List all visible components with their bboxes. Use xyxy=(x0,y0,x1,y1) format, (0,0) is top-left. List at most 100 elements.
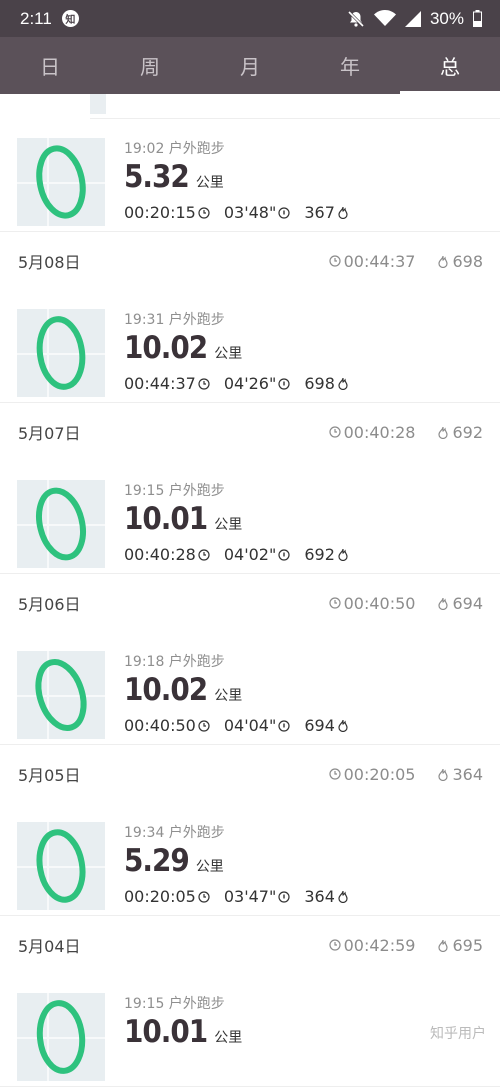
distance-value: 10.02 xyxy=(124,672,208,708)
distance-unit: 公里 xyxy=(195,859,224,875)
tab-month[interactable]: 月 xyxy=(200,37,300,94)
running-track-icon xyxy=(36,1000,86,1074)
run-distance: 10.02 公里 xyxy=(124,672,242,708)
run-calories: 692 xyxy=(304,545,349,564)
day-total-duration: 00:40:50 xyxy=(328,594,415,613)
run-history-list: 19:02 户外跑步 5.32 公里 00:20:15 03'48" 367 5… xyxy=(0,94,500,1087)
status-right: 30% xyxy=(347,9,482,29)
running-track-icon xyxy=(35,659,87,731)
day-total-duration: 00:20:05 xyxy=(328,765,415,784)
run-duration: 00:40:28 xyxy=(124,545,210,564)
run-map-thumbnail xyxy=(17,138,105,226)
pace-icon xyxy=(278,206,290,219)
clock-icon xyxy=(198,377,210,390)
day-date: 5月05日 xyxy=(18,766,81,785)
run-distance: 5.32 公里 xyxy=(124,159,224,195)
run-pace: 04'04" xyxy=(224,716,290,735)
day-groups: 5月08日 00:44:37 698 19:31 户外跑步 10.02 公里 00:44:3… xyxy=(0,232,500,1087)
battery-icon xyxy=(473,10,482,27)
day-summary: 00:40:50 694 xyxy=(328,594,483,613)
day-summary: 00:44:37 698 xyxy=(328,252,483,271)
run-start-time: 19:15 户外跑步 xyxy=(124,483,225,499)
tab-year[interactable]: 年 xyxy=(300,37,400,94)
distance-value: 5.29 xyxy=(124,843,190,879)
run-start-time: 19:31 户外跑步 xyxy=(124,312,225,328)
tab-total[interactable]: 总 xyxy=(400,37,500,94)
run-calories: 367 xyxy=(304,203,349,222)
pace-icon xyxy=(278,377,290,390)
day-total-duration: 00:40:28 xyxy=(328,423,415,442)
day-header: 5月04日 00:42:59 695 xyxy=(0,916,500,974)
run-card[interactable]: 19:31 户外跑步 10.02 公里 00:44:37 04'26" 698 xyxy=(0,290,500,403)
signal-icon xyxy=(404,10,421,27)
day-header: 5月08日 00:44:37 698 xyxy=(0,232,500,290)
day-header: 5月05日 00:20:05 364 xyxy=(0,745,500,803)
status-left: 2:11 知 xyxy=(20,9,79,29)
run-duration: 00:40:50 xyxy=(124,716,210,735)
run-distance: 5.29 公里 xyxy=(124,843,224,879)
run-pace: 04'02" xyxy=(224,545,290,564)
run-card[interactable]: 19:34 户外跑步 5.29 公里 00:20:05 03'47" 364 xyxy=(0,803,500,916)
day-summary: 00:20:05 364 xyxy=(328,765,483,784)
running-track-icon xyxy=(36,829,86,903)
tab-day[interactable]: 日 xyxy=(0,37,100,94)
flame-icon xyxy=(438,426,449,439)
day-total-duration: 00:44:37 xyxy=(328,252,415,271)
flame-icon xyxy=(338,377,348,390)
run-distance: 10.01 公里 xyxy=(124,1014,242,1050)
day-date: 5月07日 xyxy=(18,424,81,443)
run-card[interactable]: 19:15 户外跑步 10.01 公里 xyxy=(0,974,500,1087)
run-duration: 00:20:15 xyxy=(124,203,210,222)
day-total-calories: 698 xyxy=(437,252,483,271)
distance-value: 10.02 xyxy=(124,330,208,366)
run-distance: 10.02 公里 xyxy=(124,330,242,366)
run-pace: 03'47" xyxy=(224,887,290,906)
day-date: 5月04日 xyxy=(18,937,81,956)
day-total-duration: 00:42:59 xyxy=(328,936,415,955)
day-summary: 00:40:28 692 xyxy=(328,423,483,442)
distance-value: 10.01 xyxy=(124,501,208,537)
run-start-time: 19:02 户外跑步 xyxy=(124,141,225,157)
run-map-thumbnail xyxy=(17,822,105,910)
pace-icon xyxy=(278,719,290,732)
run-pace: 04'26" xyxy=(224,374,290,393)
day-total-calories: 694 xyxy=(437,594,483,613)
day-total-calories: 364 xyxy=(437,765,483,784)
tab-week[interactable]: 周 xyxy=(100,37,200,94)
run-map-thumbnail xyxy=(17,480,105,568)
run-stats: 00:40:50 04'04" 694 xyxy=(124,716,349,735)
run-stats: 00:44:37 04'26" 698 xyxy=(124,374,349,393)
period-tab-bar: 日 周 月 年 总 xyxy=(0,37,500,94)
distance-unit: 公里 xyxy=(214,688,243,704)
run-duration: 00:44:37 xyxy=(124,374,210,393)
running-track-icon xyxy=(36,145,86,219)
run-card[interactable]: 19:18 户外跑步 10.02 公里 00:40:50 04'04" 694 xyxy=(0,632,500,745)
clock-icon xyxy=(198,206,210,219)
distance-value: 10.01 xyxy=(124,1014,208,1050)
watermark: 知乎用户 xyxy=(430,1026,486,1042)
running-track-icon xyxy=(36,316,86,390)
wifi-icon xyxy=(373,10,396,27)
day-summary: 00:42:59 695 xyxy=(328,936,483,955)
run-start-time: 19:34 户外跑步 xyxy=(124,825,225,841)
mute-notification-icon xyxy=(347,10,365,28)
run-card[interactable]: 19:15 户外跑步 10.01 公里 00:40:28 04'02" 692 xyxy=(0,461,500,574)
day-header: 5月07日 00:40:28 692 xyxy=(0,403,500,461)
run-calories: 694 xyxy=(304,716,349,735)
run-calories: 364 xyxy=(304,887,349,906)
clock-icon xyxy=(328,597,341,609)
scrolled-off-run-card[interactable] xyxy=(90,94,500,119)
running-track-icon xyxy=(36,487,86,561)
distance-unit: 公里 xyxy=(214,1030,243,1046)
clock-icon xyxy=(328,768,341,780)
run-stats: 00:40:28 04'02" 692 xyxy=(124,545,349,564)
run-card[interactable]: 19:02 户外跑步 5.32 公里 00:20:15 03'48" 367 xyxy=(0,119,500,232)
distance-value: 5.32 xyxy=(124,159,190,195)
status-time: 2:11 xyxy=(20,8,52,28)
clock-icon xyxy=(198,548,210,561)
run-distance: 10.01 公里 xyxy=(124,501,242,537)
zhihu-notification-icon: 知 xyxy=(61,10,79,27)
day-date: 5月08日 xyxy=(18,253,81,272)
run-map-thumbnail xyxy=(17,651,105,739)
run-duration: 00:20:05 xyxy=(124,887,210,906)
